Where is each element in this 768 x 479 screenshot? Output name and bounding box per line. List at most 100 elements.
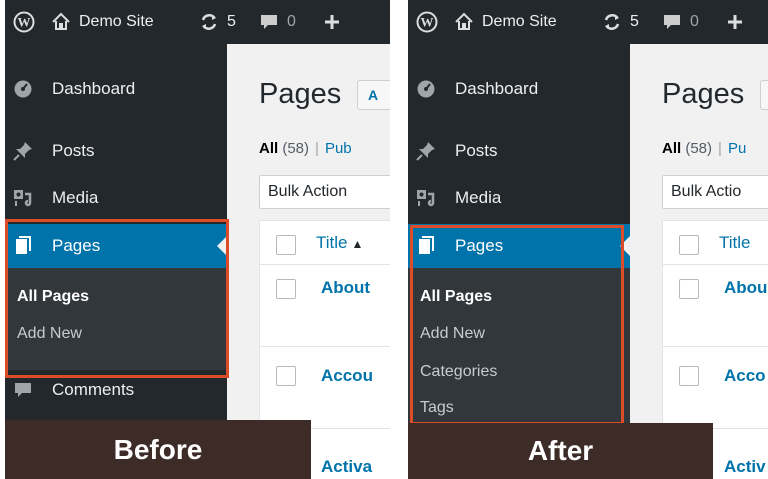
table-row: About (260, 265, 390, 347)
comments-count: 0 (287, 13, 296, 30)
page-title-link[interactable]: Activ (724, 457, 766, 477)
table-row: Acco (663, 347, 768, 429)
admin-bar: W Demo Site 5 0 (408, 0, 768, 44)
before-screenshot-panel: W Demo Site 5 0 Dashboard Posts Media Pa… (5, 0, 390, 479)
filter-separator: | (315, 140, 319, 157)
menu-label-posts: Posts (52, 141, 95, 160)
table-row: Abou (663, 265, 768, 347)
menu-item-media[interactable]: Media (5, 176, 227, 220)
title-column-header[interactable]: Title (719, 233, 751, 253)
updates-link[interactable]: 5 (199, 0, 236, 44)
page-title: Pages (662, 78, 745, 110)
page-title-link[interactable]: About (321, 278, 370, 298)
after-caption: After (408, 423, 713, 479)
select-all-checkbox[interactable] (276, 235, 296, 255)
submenu-item-categories[interactable]: Categories (420, 363, 497, 381)
title-column-label: Title (316, 233, 348, 252)
filter-published-link[interactable]: Pu (728, 140, 746, 157)
submenu-item-add-new[interactable]: Add New (420, 325, 485, 343)
filter-published-link[interactable]: Pub (325, 140, 352, 157)
pages-icon (416, 236, 436, 256)
filter-all-link[interactable]: All (259, 140, 278, 157)
after-screenshot-panel: W Demo Site 5 0 Dashboard Posts Media Pa… (408, 0, 768, 479)
submenu-item-all-pages[interactable]: All Pages (420, 288, 492, 306)
updates-link[interactable]: 5 (602, 0, 639, 44)
menu-item-dashboard[interactable]: Dashboard (408, 67, 630, 111)
pushpin-icon (416, 141, 436, 161)
title-column-header[interactable]: Title ▲ (316, 233, 363, 253)
menu-item-media[interactable]: Media (408, 176, 630, 220)
menu-label-media: Media (52, 188, 99, 207)
table-header-row: Title (663, 221, 768, 265)
page-title-link[interactable]: Acco (724, 366, 766, 386)
pushpin-icon (13, 141, 33, 161)
menu-label-media: Media (455, 188, 502, 207)
add-new-page-button[interactable] (760, 80, 768, 110)
page-title-link[interactable]: Abou (724, 278, 767, 298)
menu-label-dashboard: Dashboard (52, 79, 136, 98)
site-name-link[interactable]: Demo Site (51, 0, 154, 44)
current-menu-arrow (217, 236, 227, 256)
page-title-link[interactable]: Accou (321, 366, 373, 386)
bulk-actions-select[interactable]: Bulk Actio (662, 175, 768, 209)
row-checkbox[interactable] (276, 279, 296, 299)
comments-link[interactable]: 0 (662, 0, 699, 44)
menu-item-posts[interactable]: Posts (408, 129, 630, 173)
media-icon (13, 188, 33, 208)
comment-bubble-icon (13, 380, 33, 400)
menu-item-pages[interactable]: Pages (408, 224, 630, 268)
comment-bubble-icon (261, 15, 277, 29)
title-column-label: Title (719, 233, 751, 252)
menu-item-posts[interactable]: Posts (5, 129, 227, 173)
wordpress-logo-icon: W (416, 11, 438, 33)
new-content-link[interactable] (726, 0, 744, 44)
table-header-row: Title ▲ (260, 221, 390, 265)
dashboard-gauge-icon (13, 79, 33, 99)
updates-icon (604, 14, 620, 30)
row-checkbox[interactable] (679, 279, 699, 299)
table-row: Accou (260, 347, 390, 429)
menu-item-pages[interactable]: Pages (5, 224, 227, 268)
plus-icon (728, 15, 742, 29)
menu-label-posts: Posts (455, 141, 498, 160)
admin-sidebar: Dashboard Posts Media Pages All Pages Ad… (5, 44, 227, 479)
svg-text:W: W (421, 15, 434, 30)
sort-ascending-icon: ▲ (351, 237, 364, 251)
menu-label-comments: Comments (52, 380, 135, 399)
before-caption: Before (5, 420, 311, 479)
site-name: Demo Site (79, 13, 154, 30)
submenu-item-tags[interactable]: Tags (420, 399, 454, 417)
pages-icon (13, 236, 33, 256)
menu-label-pages: Pages (455, 236, 504, 255)
submenu-item-add-new[interactable]: Add New (17, 325, 82, 343)
site-name-link[interactable]: Demo Site (454, 0, 557, 44)
wordpress-logo-link[interactable]: W (416, 0, 438, 44)
row-checkbox[interactable] (276, 366, 296, 386)
menu-item-dashboard[interactable]: Dashboard (5, 67, 227, 111)
comments-count: 0 (690, 13, 699, 30)
row-checkbox[interactable] (679, 366, 699, 386)
menu-label-pages: Pages (52, 236, 101, 255)
updates-count: 5 (227, 13, 236, 30)
bulk-actions-select[interactable]: Bulk Action (259, 175, 390, 209)
pages-submenu: All Pages Add New (5, 268, 227, 370)
page-title-link[interactable]: Activa (321, 457, 372, 477)
status-filter-links: All (58) | Pu (662, 140, 746, 157)
submenu-item-all-pages[interactable]: All Pages (17, 288, 89, 306)
new-content-link[interactable] (323, 0, 341, 44)
svg-text:W: W (18, 15, 31, 30)
admin-sidebar: Dashboard Posts Media Pages All Pages Ad… (408, 44, 630, 479)
menu-label-dashboard: Dashboard (455, 79, 539, 98)
wordpress-logo-link[interactable]: W (13, 0, 35, 44)
site-name: Demo Site (482, 13, 557, 30)
admin-bar: W Demo Site 5 0 (5, 0, 390, 44)
plus-icon (325, 15, 339, 29)
select-all-checkbox[interactable] (679, 235, 699, 255)
status-filter-links: All (58) | Pub (259, 140, 352, 157)
add-new-page-button[interactable]: A (357, 80, 390, 110)
menu-item-comments[interactable]: Comments (5, 368, 227, 412)
filter-all-link[interactable]: All (662, 140, 681, 157)
updates-count: 5 (630, 13, 639, 30)
media-icon (416, 188, 436, 208)
comments-link[interactable]: 0 (259, 0, 296, 44)
